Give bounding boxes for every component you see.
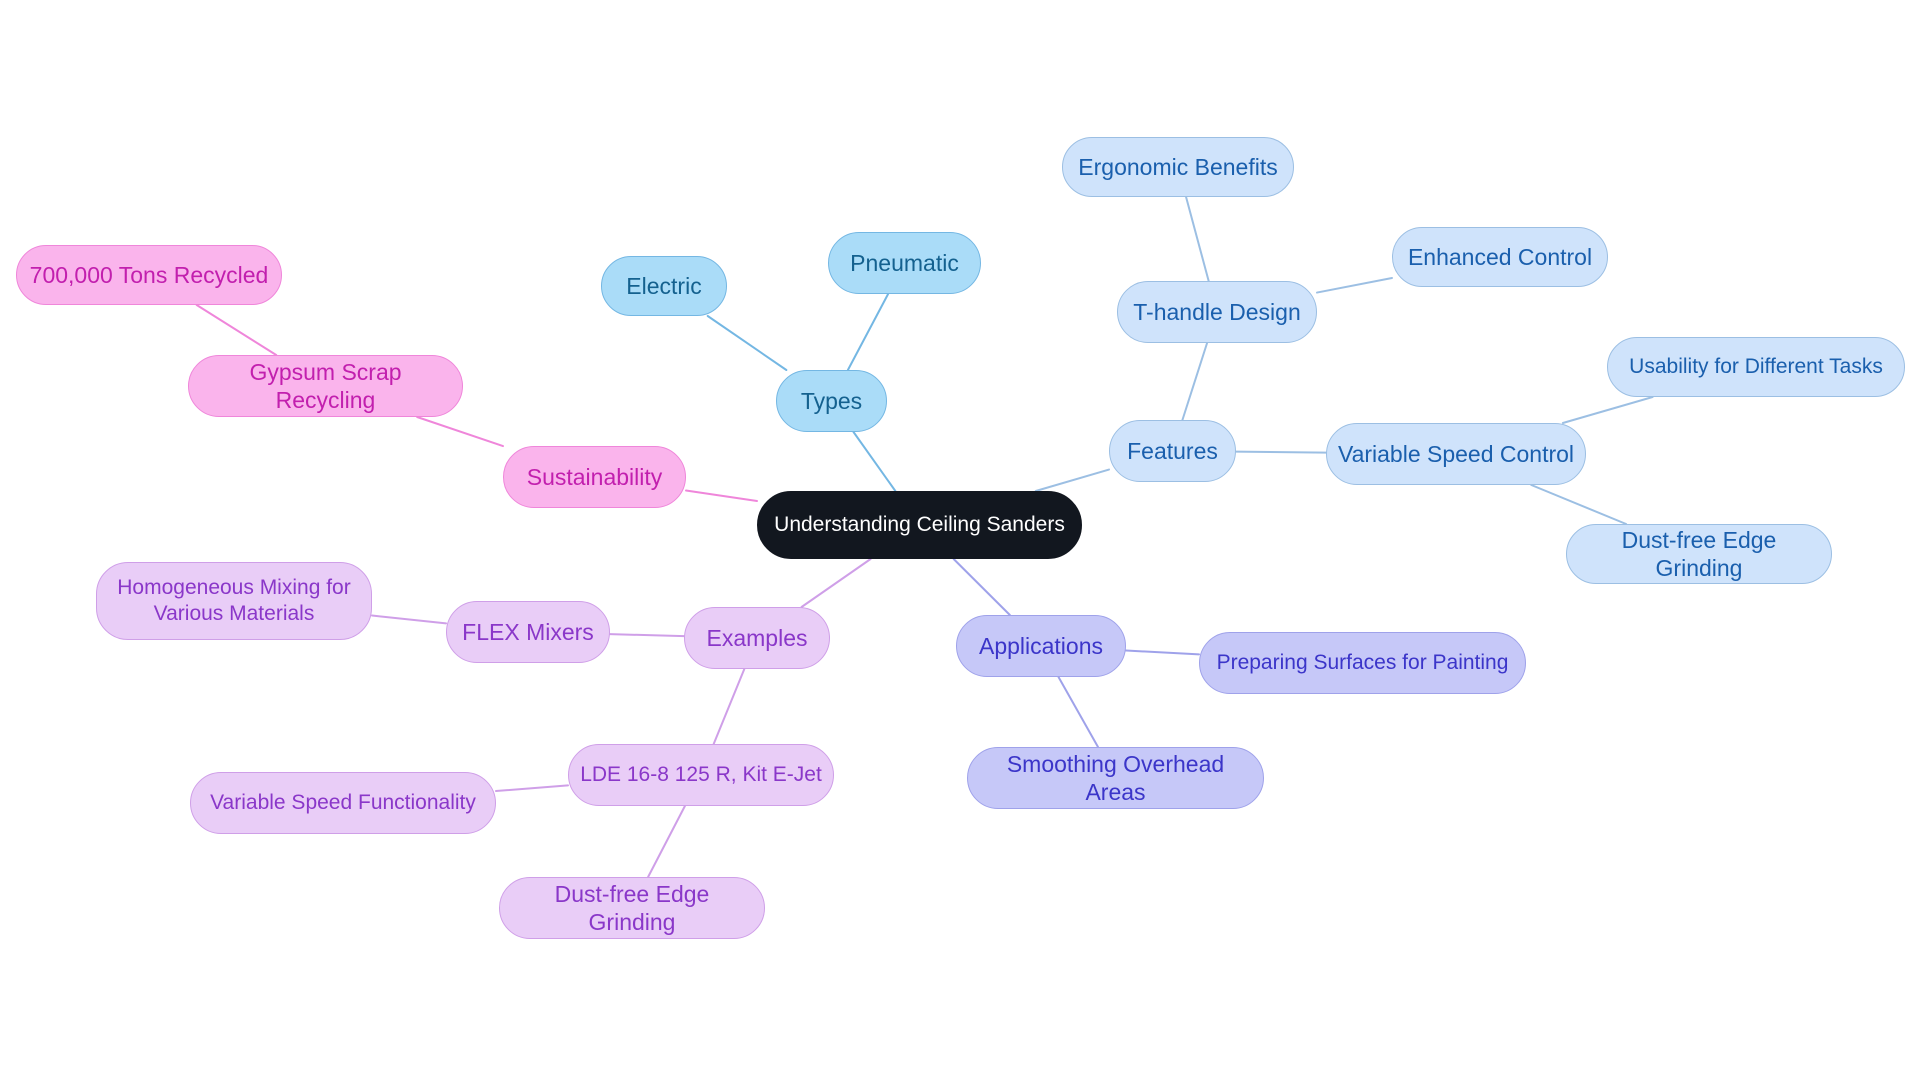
mindmap-node-usability-different-tasks[interactable]: Usability for Different Tasks — [1607, 337, 1905, 397]
node-label: Features — [1127, 437, 1218, 464]
mindmap-node-preparing-surfaces[interactable]: Preparing Surfaces for Painting — [1199, 632, 1526, 694]
mindmap-node-types[interactable]: Types — [776, 370, 887, 432]
mindmap-node-electric[interactable]: Electric — [601, 256, 727, 316]
node-label: Understanding Ceiling Sanders — [774, 513, 1065, 537]
node-label: 700,000 Tons Recycled — [29, 261, 269, 288]
mindmap-node-variable-speed-functionality[interactable]: Variable Speed Functionality — [190, 772, 496, 834]
mindmap-node-applications[interactable]: Applications — [956, 615, 1126, 677]
node-label: Homogeneous Mixing for Various Materials — [117, 576, 351, 625]
node-label: Usability for Different Tasks — [1629, 355, 1883, 379]
edge-types-to-pneumatic — [846, 293, 890, 371]
mindmap-node-sustainability[interactable]: Sustainability — [503, 446, 686, 508]
mindmap-node-homogeneous-mixing[interactable]: Homogeneous Mixing for Various Materials — [96, 562, 372, 640]
edge-variable-speed-control-to-dust-free-edge-grinding-features — [1530, 484, 1628, 525]
node-label: Examples — [706, 624, 808, 651]
mindmap-node-examples[interactable]: Examples — [684, 607, 830, 669]
edge-variable-speed-control-to-usability-different-tasks — [1561, 396, 1654, 424]
mindmap-node-pneumatic[interactable]: Pneumatic — [828, 232, 981, 294]
edge-root-to-applications — [952, 558, 1011, 616]
mindmap-node-t-handle-design[interactable]: T-handle Design — [1117, 281, 1317, 343]
edge-root-to-features — [1034, 468, 1110, 492]
mindmap-node-features[interactable]: Features — [1109, 420, 1236, 482]
edge-lde-kit-e-jet-to-dust-free-edge-grinding-examples — [647, 805, 686, 878]
edge-flex-mixers-to-homogeneous-mixing — [371, 614, 447, 625]
node-label: Smoothing Overhead Areas — [1006, 750, 1225, 805]
edge-t-handle-design-to-ergonomic-benefits — [1185, 196, 1210, 282]
node-label: FLEX Mixers — [462, 618, 594, 645]
edge-applications-to-smoothing-overhead-areas — [1057, 676, 1099, 748]
mindmap-node-flex-mixers[interactable]: FLEX Mixers — [446, 601, 610, 663]
mindmap-node-ergonomic-benefits[interactable]: Ergonomic Benefits — [1062, 137, 1294, 197]
node-label: LDE 16-8 125 R, Kit E-Jet — [580, 763, 822, 787]
edge-features-to-variable-speed-control — [1235, 450, 1327, 454]
edge-t-handle-design-to-enhanced-control — [1316, 276, 1393, 294]
mindmap-node-dust-free-edge-grinding-examples[interactable]: Dust-free Edge Grinding — [499, 877, 765, 939]
node-label: Ergonomic Benefits — [1078, 153, 1278, 180]
edge-types-to-electric — [706, 315, 788, 371]
edge-gypsum-scrap-recycling-to-tons-recycled — [195, 304, 278, 356]
node-label: Dust-free Edge Grinding — [1621, 526, 1777, 581]
edge-lde-kit-e-jet-to-variable-speed-functionality — [495, 784, 569, 793]
edge-root-to-examples — [800, 558, 872, 608]
node-label: Variable Speed Control — [1337, 440, 1575, 467]
mindmap-node-gypsum-scrap-recycling[interactable]: Gypsum Scrap Recycling — [188, 355, 463, 417]
edge-examples-to-flex-mixers — [609, 633, 685, 638]
mindmap-root-node[interactable]: Understanding Ceiling Sanders — [757, 491, 1082, 559]
mindmap-node-tons-recycled[interactable]: 700,000 Tons Recycled — [16, 245, 282, 305]
node-label: T-handle Design — [1133, 298, 1301, 325]
edge-root-to-types — [852, 431, 897, 492]
node-label: Enhanced Control — [1407, 243, 1593, 270]
node-label: Electric — [626, 272, 702, 299]
node-label: Pneumatic — [850, 249, 959, 276]
edge-features-to-t-handle-design — [1181, 342, 1209, 421]
node-label: Variable Speed Functionality — [210, 791, 476, 815]
mindmap-node-variable-speed-control[interactable]: Variable Speed Control — [1326, 423, 1586, 485]
edge-examples-to-lde-kit-e-jet — [712, 668, 746, 745]
node-label: Gypsum Scrap Recycling — [249, 358, 402, 413]
node-label: Types — [800, 387, 863, 414]
mindmap-node-dust-free-edge-grinding-features[interactable]: Dust-free Edge Grinding — [1566, 524, 1832, 584]
mindmap-node-enhanced-control[interactable]: Enhanced Control — [1392, 227, 1608, 287]
node-label: Sustainability — [526, 463, 663, 490]
edge-applications-to-preparing-surfaces — [1125, 649, 1200, 656]
node-label: Dust-free Edge Grinding — [554, 880, 710, 935]
mindmap-node-smoothing-overhead-areas[interactable]: Smoothing Overhead Areas — [967, 747, 1264, 809]
edge-root-to-sustainability — [685, 489, 758, 502]
node-label: Applications — [978, 632, 1104, 659]
mindmap-canvas: Understanding Ceiling Sanders Types Electr… — [0, 0, 1920, 1083]
mindmap-node-lde-kit-e-jet[interactable]: LDE 16-8 125 R, Kit E-Jet — [568, 744, 834, 806]
edge-sustainability-to-gypsum-scrap-recycling — [416, 416, 504, 448]
node-label: Preparing Surfaces for Painting — [1216, 651, 1509, 675]
